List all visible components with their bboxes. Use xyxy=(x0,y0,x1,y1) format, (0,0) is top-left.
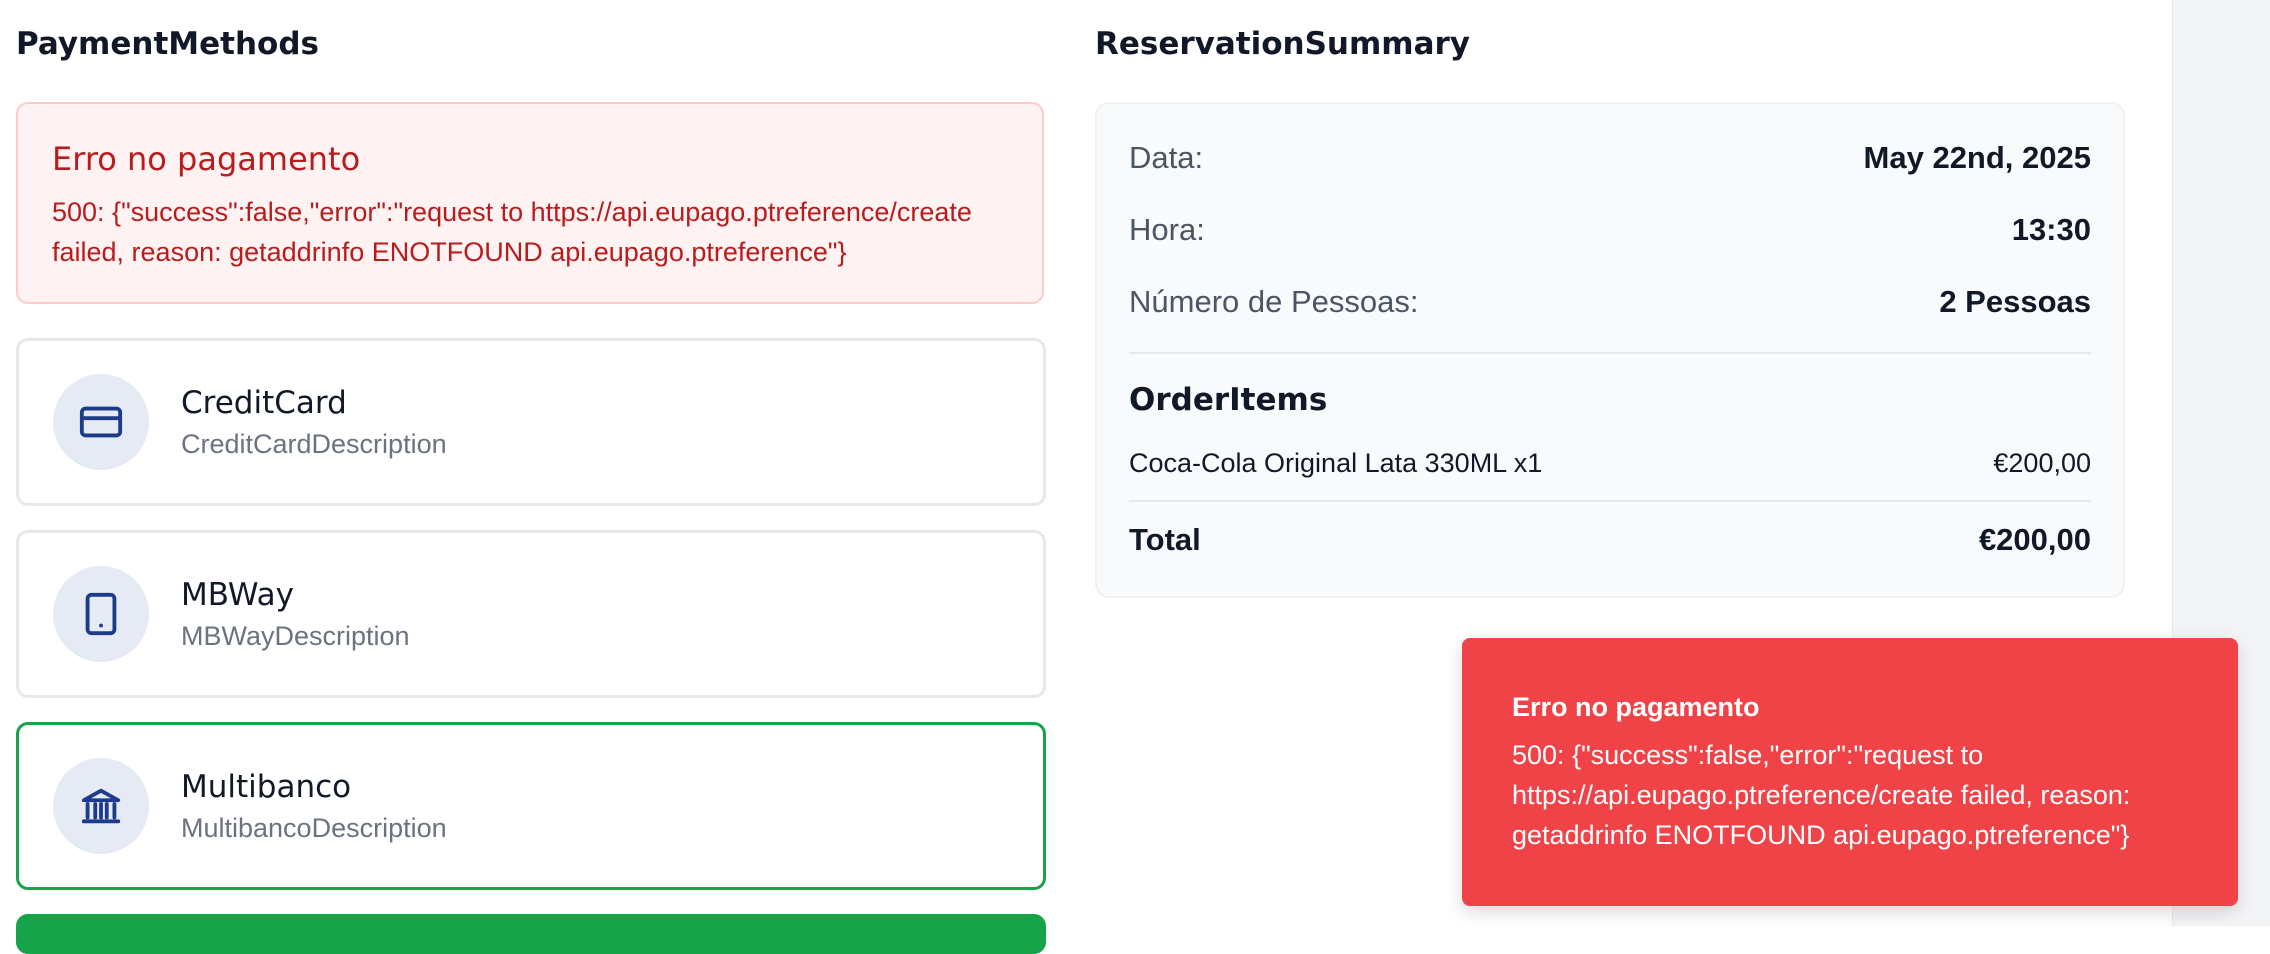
reservation-summary-title: ReservationSummary xyxy=(1095,26,1471,62)
summary-row-people: Número de Pessoas: 2 Pessoas xyxy=(1129,284,2091,320)
people-label: Número de Pessoas: xyxy=(1129,284,1419,319)
payment-error-message: 500: {"success":false,"error":"request t… xyxy=(52,197,972,267)
reservation-summary-card: Data: May 22nd, 2025 Hora: 13:30 Número … xyxy=(1095,102,2125,598)
time-label: Hora: xyxy=(1129,212,1205,247)
method-name: CreditCard xyxy=(181,384,347,421)
method-name: Multibanco xyxy=(181,768,352,805)
payment-method-creditcard[interactable]: CreditCard CreditCardDescription xyxy=(16,338,1046,506)
date-label: Data: xyxy=(1129,140,1204,175)
summary-row-time: Hora: 13:30 xyxy=(1129,212,2091,248)
order-item-label: Coca-Cola Original Lata 330ML x1 xyxy=(1129,448,1543,478)
payment-method-mbway[interactable]: MBWay MBWayDescription xyxy=(16,530,1046,698)
payment-error-title: Erro no pagamento xyxy=(52,140,361,178)
payment-error-alert: Erro no pagamento 500: {"success":false,… xyxy=(16,102,1044,304)
order-item-row: Coca-Cola Original Lata 330ML x1 €200,00 xyxy=(1129,448,2091,479)
summary-row-date: Data: May 22nd, 2025 xyxy=(1129,140,2091,176)
toast-title: Erro no pagamento xyxy=(1512,692,1760,722)
bank-icon xyxy=(53,758,149,854)
payment-methods-title: PaymentMethods xyxy=(16,26,319,62)
total-divider xyxy=(1129,500,2091,502)
people-value: 2 Pessoas xyxy=(1939,284,2091,319)
error-toast[interactable]: Erro no pagamento 500: {"success":false,… xyxy=(1462,638,2238,906)
smartphone-icon xyxy=(53,566,149,662)
order-item-price: €200,00 xyxy=(1993,448,2091,478)
summary-divider xyxy=(1129,352,2091,354)
total-value: €200,00 xyxy=(1978,522,2091,557)
continue-button[interactable] xyxy=(16,914,1046,954)
credit-card-icon xyxy=(53,374,149,470)
method-description: CreditCardDescription xyxy=(181,428,447,459)
order-items-title: OrderItems xyxy=(1129,382,1328,418)
total-row: Total €200,00 xyxy=(1129,522,2091,558)
date-value: May 22nd, 2025 xyxy=(1863,140,2091,175)
toast-message: 500: {"success":false,"error":"request t… xyxy=(1512,740,2131,850)
total-label: Total xyxy=(1129,522,1201,557)
method-description: MBWayDescription xyxy=(181,620,410,651)
time-value: 13:30 xyxy=(2011,212,2091,247)
method-name: MBWay xyxy=(181,576,294,613)
method-description: MultibancoDescription xyxy=(181,812,447,843)
payment-method-multibanco[interactable]: Multibanco MultibancoDescription xyxy=(16,722,1046,890)
